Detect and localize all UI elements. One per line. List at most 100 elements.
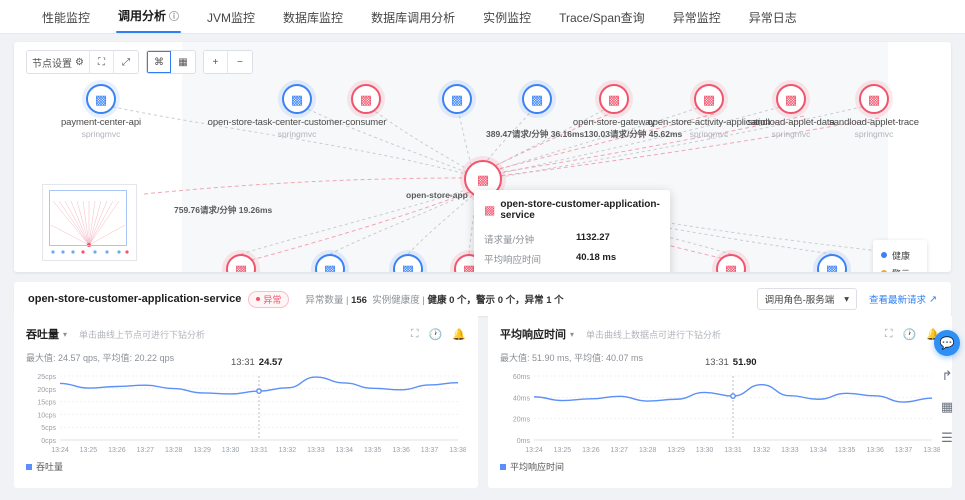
topology-node[interactable]: ▩open-store-product-servicespringmvc (226, 254, 256, 272)
right-action-rail: 💬 ↱ ▦ ☰ (933, 330, 961, 449)
tab-trace-span[interactable]: Trace/Span查询 (545, 11, 659, 33)
grid-button[interactable]: ▦ (936, 396, 958, 418)
node-name: payment-center-api (60, 117, 142, 128)
chat-icon: 💬 (939, 336, 955, 350)
node-circle: ▩ (599, 84, 629, 114)
app-icon: ▩ (784, 91, 798, 107)
status-badge-label: 异常 (263, 294, 282, 305)
topology-node[interactable]: ▩ (442, 84, 472, 114)
node-tooltip: ▩ open-store-customer-application-servic… (474, 190, 670, 272)
topology-card: 节点设置 ⚙ ⛶ ⤢ ⌘ ▦ + − ▩ payment-center-api sp… (14, 42, 951, 272)
tab-label: 数据库调用分析 (371, 11, 456, 25)
x-axis-tick: 13:27 (611, 447, 629, 454)
x-axis-tick: 13:27 (137, 447, 155, 454)
x-axis-tick: 13:37 (421, 447, 439, 454)
zoom-in-button[interactable]: + (203, 51, 228, 73)
chart-data-point[interactable] (256, 388, 262, 395)
x-axis-tick: 13:33 (307, 447, 325, 454)
node-circle: ▩ (226, 254, 256, 272)
tab-label: 数据库监控 (283, 11, 344, 25)
metric-panels: 吞吐量 ▾ 单击曲线上节点可进行下钻分析 ⛶ 🕐 🔔 最大值: 24.57 qp… (14, 316, 952, 488)
chevron-down-icon[interactable]: ▾ (570, 330, 574, 339)
throughput-chart[interactable]: 13:31 24.57 0cps 5cps 10cps 15cps 20cps 25cps 1… (26, 357, 466, 456)
chart-legend[interactable]: 吞吐量 (26, 460, 466, 473)
tooltip-value: 1132.27 (576, 232, 610, 243)
x-axis-tick: 13:24 (51, 447, 69, 454)
topology-toolbar: 节点设置 ⚙ ⛶ ⤢ ⌘ ▦ + − (26, 50, 253, 74)
topology-node[interactable]: ▩ (315, 254, 345, 272)
clock-icon[interactable]: 🕐 (903, 328, 917, 341)
x-axis-tick: 13:25 (80, 447, 98, 454)
node-type: springmvc (81, 129, 121, 139)
hierarchy-layout-button[interactable]: ⌘ (146, 51, 171, 73)
grid-layout-button[interactable]: ▦ (170, 51, 195, 73)
fit-view-button[interactable]: ⤢ (113, 51, 138, 73)
topology-node[interactable]: ▩ (522, 84, 552, 114)
tab-instance[interactable]: 实例监控 (469, 11, 545, 33)
topology-node[interactable]: ▩ (351, 84, 381, 114)
panel-icon-group: ⛶ 🕐 🔔 (411, 328, 466, 341)
topology-node[interactable]: ▩ open-store-task-center-customer-consume… (208, 84, 386, 139)
topology-node[interactable]: ▩ payment-center-api springmvc (61, 84, 141, 139)
minimap-viewport[interactable] (49, 190, 127, 246)
tooltip-value: 51.90 (732, 357, 757, 368)
node-settings-button[interactable]: 节点设置 ⚙ (27, 51, 90, 73)
tab-db-call[interactable]: 数据库调用分析 (357, 11, 469, 33)
health-label: 实例健康度 | (372, 295, 425, 306)
expand-icon[interactable]: ⛶ (885, 328, 893, 341)
app-icon: ▩ (290, 91, 304, 107)
node-circle: ▩ (776, 84, 806, 114)
node-circle: ▩ (86, 84, 116, 114)
topology-node[interactable]: ▩ (817, 254, 847, 272)
grid-layout-icon: ▦ (178, 56, 188, 68)
legend-item-healthy[interactable]: 健康 (881, 246, 919, 264)
x-axis-tick: 13:34 (336, 447, 354, 454)
list-button[interactable]: ☰ (936, 427, 958, 449)
node-name: open-store-task-center-customer-consumer (207, 117, 387, 128)
node-caption: sandload-applet-trace springmvc (829, 117, 919, 139)
clock-icon[interactable]: 🕐 (429, 328, 443, 341)
x-axis-tick: 13:26 (108, 447, 126, 454)
share-button[interactable]: ↱ (936, 365, 958, 387)
x-axis-tick: 13:31 (724, 447, 742, 454)
tab-call-analysis[interactable]: 调用分析 ⓘ (104, 9, 193, 33)
share-icon: ↱ (941, 368, 953, 383)
topology-node[interactable]: ▩ sandload-applet-data springmvc (747, 84, 835, 139)
topology-node[interactable]: ▩ open-store-gateway (573, 84, 655, 128)
app-icon: ▩ (484, 203, 496, 217)
view-latest-request-link[interactable]: 查看最新请求 ↗ (869, 292, 937, 307)
chart-legend[interactable]: 平均响应时间 (500, 460, 940, 473)
topology-minimap[interactable] (42, 184, 137, 261)
zoom-out-button[interactable]: − (227, 51, 252, 73)
panel-header: 吞吐量 ▾ 单击曲线上节点可进行下钻分析 ⛶ 🕐 🔔 (26, 326, 466, 342)
node-caption: open-store-gateway (573, 117, 655, 128)
x-axis-tick: 13:30 (696, 447, 714, 454)
tab-db-monitor[interactable]: 数据库监控 (269, 11, 357, 33)
topology-node[interactable]: ▩open-store-promotion-servicespringmvc (716, 254, 746, 272)
tab-performance[interactable]: 性能监控 (28, 11, 104, 33)
topology-node[interactable]: ▩ (393, 254, 423, 272)
tab-exception-log[interactable]: 异常日志 (735, 11, 811, 33)
tooltip-key: 请求量/分钟 (484, 235, 535, 246)
expand-icon[interactable]: ⛶ (411, 328, 419, 341)
x-axis-tick: 13:34 (810, 447, 828, 454)
info-icon[interactable]: ⓘ (169, 12, 179, 23)
app-icon: ▩ (702, 91, 716, 107)
tab-exception[interactable]: 异常监控 (659, 11, 735, 33)
response-time-chart[interactable]: 13:31 51.90 0ms 20ms 40ms 60ms 13:24 13:25 13:2… (500, 357, 940, 456)
fullscreen-button[interactable]: ⛶ (89, 51, 114, 73)
y-axis-tick: 10cps (37, 412, 56, 419)
topology-node[interactable]: ▩ sandload-applet-trace springmvc (829, 84, 919, 139)
call-role-select[interactable]: 调用角色-服务端 ▾ (756, 288, 858, 310)
tab-jvm[interactable]: JVM监控 (193, 11, 269, 33)
legend-item-warning[interactable]: 警示 (881, 264, 919, 272)
bell-icon[interactable]: 🔔 (452, 328, 466, 341)
chat-support-button[interactable]: 💬 (934, 330, 960, 356)
node-circle: ▩ (393, 254, 423, 272)
chart-data-point[interactable] (730, 393, 736, 399)
chevron-down-icon[interactable]: ▾ (63, 330, 67, 339)
topology-node[interactable]: ▩ open-store-activity-application springmv… (647, 84, 771, 139)
app-icon: ▩ (359, 91, 373, 107)
x-axis-tick: 13:29 (667, 447, 685, 454)
panel-header: 平均响应时间 ▾ 单击曲线上数据点可进行下钻分析 ⛶ 🕐 🔔 (500, 326, 940, 342)
